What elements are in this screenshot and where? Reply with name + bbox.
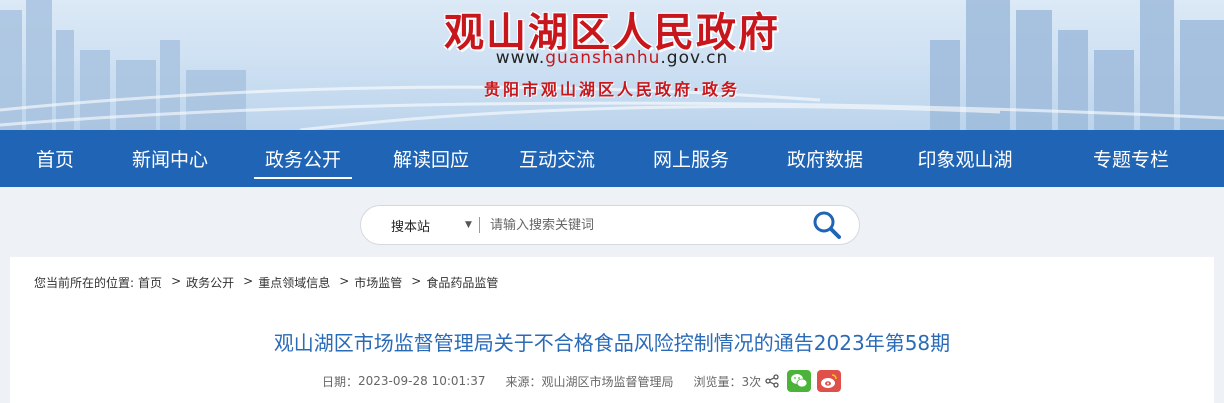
breadcrumb: 您当前所在的位置: 首页 > 政务公开 > 重点领域信息 > 市场监管 > 食品…: [34, 274, 502, 291]
weibo-share-button[interactable]: [817, 370, 842, 392]
article-meta: 日期： 2023-09-28 10:01:37 来源： 观山湖区市场监督管理局 …: [322, 370, 842, 392]
nav-item-gov-affairs[interactable]: 政务公开: [254, 130, 352, 187]
article-views: 3次: [741, 374, 762, 389]
breadcrumb-separator: >: [171, 274, 182, 288]
site-url: www.guanshanhu.gov.cn: [0, 48, 1224, 68]
weibo-icon: [821, 374, 837, 388]
wechat-icon: [791, 374, 808, 388]
views-label: 浏览量：: [693, 374, 742, 389]
article-source: 观山湖区市场监督管理局: [541, 374, 674, 389]
site-subtitle: 贵阳市观山湖区人民政府·政务: [483, 80, 741, 99]
caret-down-icon[interactable]: ▼: [465, 220, 479, 230]
nav-item-home[interactable]: 首页: [0, 130, 110, 187]
wechat-share-button[interactable]: [787, 370, 812, 392]
article-title: 观山湖区市场监督管理局关于不合格食品风险控制情况的通告2023年第58期: [273, 331, 951, 355]
nav-item-impression[interactable]: 印象观山湖: [892, 130, 1038, 187]
date-label: 日期：: [322, 374, 359, 389]
header-banner: 观山湖区人民政府 www.guanshanhu.gov.cn 贵阳市观山湖区人民…: [0, 0, 1224, 130]
breadcrumb-item-food-drug[interactable]: 食品药品监管: [426, 274, 498, 291]
breadcrumb-item-market-regulation[interactable]: 市场监管: [354, 274, 402, 291]
share-icon[interactable]: [765, 374, 779, 388]
breadcrumb-item-key-areas[interactable]: 重点领域信息: [258, 274, 330, 291]
article-panel: 您当前所在的位置: 首页 > 政务公开 > 重点领域信息 > 市场监管 > 食品…: [10, 257, 1214, 403]
source-label: 来源：: [505, 374, 542, 389]
search-input[interactable]: [490, 217, 807, 233]
breadcrumb-separator: >: [243, 274, 254, 288]
breadcrumb-item-home[interactable]: 首页: [138, 274, 162, 291]
nav-item-gov-data[interactable]: 政府数据: [758, 130, 892, 187]
site-url-prefix: www.: [495, 48, 546, 68]
nav-item-special[interactable]: 专题专栏: [1038, 130, 1224, 187]
nav-item-news[interactable]: 新闻中心: [110, 130, 230, 187]
nav-item-online-service[interactable]: 网上服务: [624, 130, 758, 187]
breadcrumb-separator: >: [339, 274, 350, 288]
main-nav: 首页 新闻中心 政务公开 解读回应 互动交流 网上服务 政府数据 印象观山湖 专…: [0, 130, 1224, 187]
search-bar: 搜本站 ▼: [360, 205, 860, 245]
breadcrumb-item-gov-affairs[interactable]: 政务公开: [186, 274, 234, 291]
article-date: 2023-09-28 10:01:37: [358, 374, 486, 388]
breadcrumb-prefix: 您当前所在的位置:: [34, 276, 135, 290]
nav-item-interpretation[interactable]: 解读回应: [372, 130, 490, 187]
site-url-domain: guanshanhu: [545, 48, 661, 68]
search-scope-select[interactable]: 搜本站: [391, 216, 461, 235]
breadcrumb-separator: >: [411, 274, 422, 288]
search-divider: [479, 217, 480, 233]
search-icon: [813, 211, 841, 239]
site-url-suffix: .gov.cn: [660, 48, 729, 68]
nav-item-interaction[interactable]: 互动交流: [490, 130, 624, 187]
search-button[interactable]: [807, 208, 847, 242]
